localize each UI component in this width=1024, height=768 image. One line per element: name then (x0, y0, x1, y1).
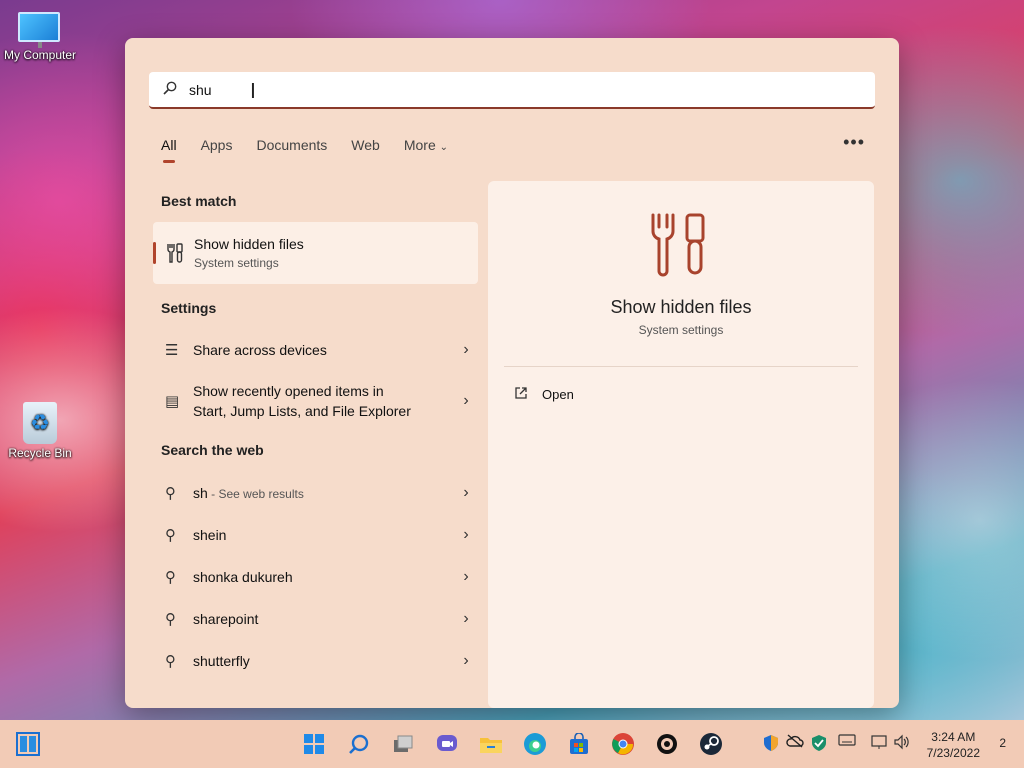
best-match-heading: Best match (161, 193, 237, 209)
tab-web[interactable]: Web (351, 137, 380, 153)
search-icon: ⚲ (165, 569, 176, 586)
chevron-right-icon: › (463, 392, 469, 409)
tools-icon (649, 211, 713, 282)
desktop-icon-label: My Computer (3, 48, 77, 62)
notification-count[interactable]: 2 (999, 736, 1006, 750)
desktop-icon-label: Recycle Bin (8, 446, 72, 460)
search-web-heading: Search the web (161, 442, 264, 458)
more-options-button[interactable]: ••• (843, 132, 865, 153)
network-icon[interactable] (870, 734, 888, 753)
search-input[interactable] (189, 81, 789, 98)
web-result-text: sh (193, 484, 208, 501)
recycle-bin-icon: ♻ (23, 402, 57, 444)
tab-more-label: More (403, 137, 436, 153)
web-result-item[interactable]: ⚲ shein › (153, 523, 478, 547)
search-box[interactable]: I (149, 72, 875, 109)
web-result-item[interactable]: ⚲ sh - See web results › (153, 481, 478, 505)
settings-heading: Settings (161, 300, 217, 316)
keyboard-icon[interactable] (838, 734, 856, 749)
tab-more[interactable]: More ⌄ (404, 137, 448, 153)
settings-item-label: Show recently opened items in Start, Jum… (193, 381, 454, 421)
settings-item-label: Share across devices (193, 342, 327, 358)
preview-pane: Show hidden files System settings Open (488, 181, 874, 708)
volume-icon[interactable] (893, 734, 911, 753)
defender-shield-icon[interactable] (762, 734, 780, 755)
chevron-down-icon: ⌄ (439, 142, 449, 153)
open-label: Open (542, 387, 574, 402)
tools-icon (165, 242, 185, 269)
search-panel: I All Apps Documents Web More ⌄ ••• Best… (125, 38, 899, 708)
web-result-suffix: - See web results (207, 486, 304, 501)
web-result-text: shutterfly (193, 653, 250, 669)
clock[interactable]: 3:24 AM 7/23/2022 (927, 729, 980, 761)
onedrive-cloud-icon[interactable] (786, 734, 804, 751)
search-icon: ⚲ (165, 653, 176, 670)
security-status-icon[interactable] (810, 734, 828, 755)
desktop-icon-recycle-bin[interactable]: ♻ Recycle Bin (0, 402, 80, 460)
search-icon[interactable] (345, 730, 373, 758)
preview-title: Show hidden files (610, 297, 752, 317)
computer-icon (18, 12, 62, 48)
web-result-item[interactable]: ⚲ sharepoint › (153, 607, 478, 631)
search-icon: ⚲ (165, 485, 176, 502)
search-icon: ⚲ (165, 611, 176, 628)
gear-settings-icon[interactable] (653, 730, 681, 758)
web-result-label: sh - See web results (193, 483, 454, 504)
settings-item-label-line1: Show recently opened items in (193, 383, 384, 399)
tab-all[interactable]: All (161, 137, 177, 163)
best-match-subtitle: System settings (194, 256, 279, 270)
list-icon: ☰ (165, 342, 179, 359)
settings-item-share[interactable]: ☰ Share across devices › (153, 338, 478, 362)
web-result-text: sharepoint (193, 611, 259, 627)
microsoft-store-icon[interactable] (565, 730, 593, 758)
open-external-icon (514, 386, 528, 403)
web-result-item[interactable]: ⚲ shutterfly › (153, 649, 478, 673)
chevron-right-icon: › (463, 652, 469, 669)
clock-time: 3:24 AM (931, 730, 976, 744)
chevron-right-icon: › (463, 568, 469, 585)
best-match-item[interactable]: Show hidden files System settings (153, 222, 478, 284)
chevron-right-icon: › (463, 610, 469, 627)
file-explorer-icon[interactable] (477, 730, 505, 758)
divider (504, 366, 858, 367)
web-result-item[interactable]: ⚲ shonka dukureh › (153, 565, 478, 589)
desktop-icon-my-computer[interactable]: My Computer (0, 12, 80, 62)
chevron-right-icon: › (463, 526, 469, 543)
chevron-right-icon: › (463, 341, 469, 358)
clock-date: 7/23/2022 (926, 746, 980, 760)
best-match-title: Show hidden files (194, 236, 304, 252)
task-view-icon[interactable] (389, 730, 417, 758)
settings-item-label-line2: Start, Jump Lists, and File Explorer (193, 403, 411, 419)
preview-subtitle: System settings (638, 323, 724, 337)
taskbar: 3:24 AM 7/23/2022 2 (0, 720, 1024, 768)
start-layout-icon: ▤ (165, 393, 180, 410)
settings-item-recent[interactable]: ▤ Show recently opened items in Start, J… (153, 380, 478, 422)
tab-apps[interactable]: Apps (201, 137, 233, 153)
search-icon (163, 81, 181, 99)
chevron-right-icon: › (463, 484, 469, 501)
windows-start-icon[interactable] (14, 730, 42, 758)
open-button[interactable]: Open (514, 386, 574, 403)
search-icon: ⚲ (165, 527, 176, 544)
web-result-text: shein (193, 527, 227, 543)
chrome-browser-icon[interactable] (609, 730, 637, 758)
text-cursor-icon: I (250, 79, 256, 103)
edge-browser-icon[interactable] (521, 730, 549, 758)
selection-indicator (153, 242, 156, 264)
teams-chat-icon[interactable] (433, 730, 461, 758)
web-result-text: shonka dukureh (193, 569, 293, 585)
start-button-icon[interactable] (300, 730, 328, 758)
steam-icon[interactable] (697, 730, 725, 758)
search-tabs: All Apps Documents Web More ⌄ (161, 137, 448, 163)
tab-documents[interactable]: Documents (256, 137, 327, 153)
